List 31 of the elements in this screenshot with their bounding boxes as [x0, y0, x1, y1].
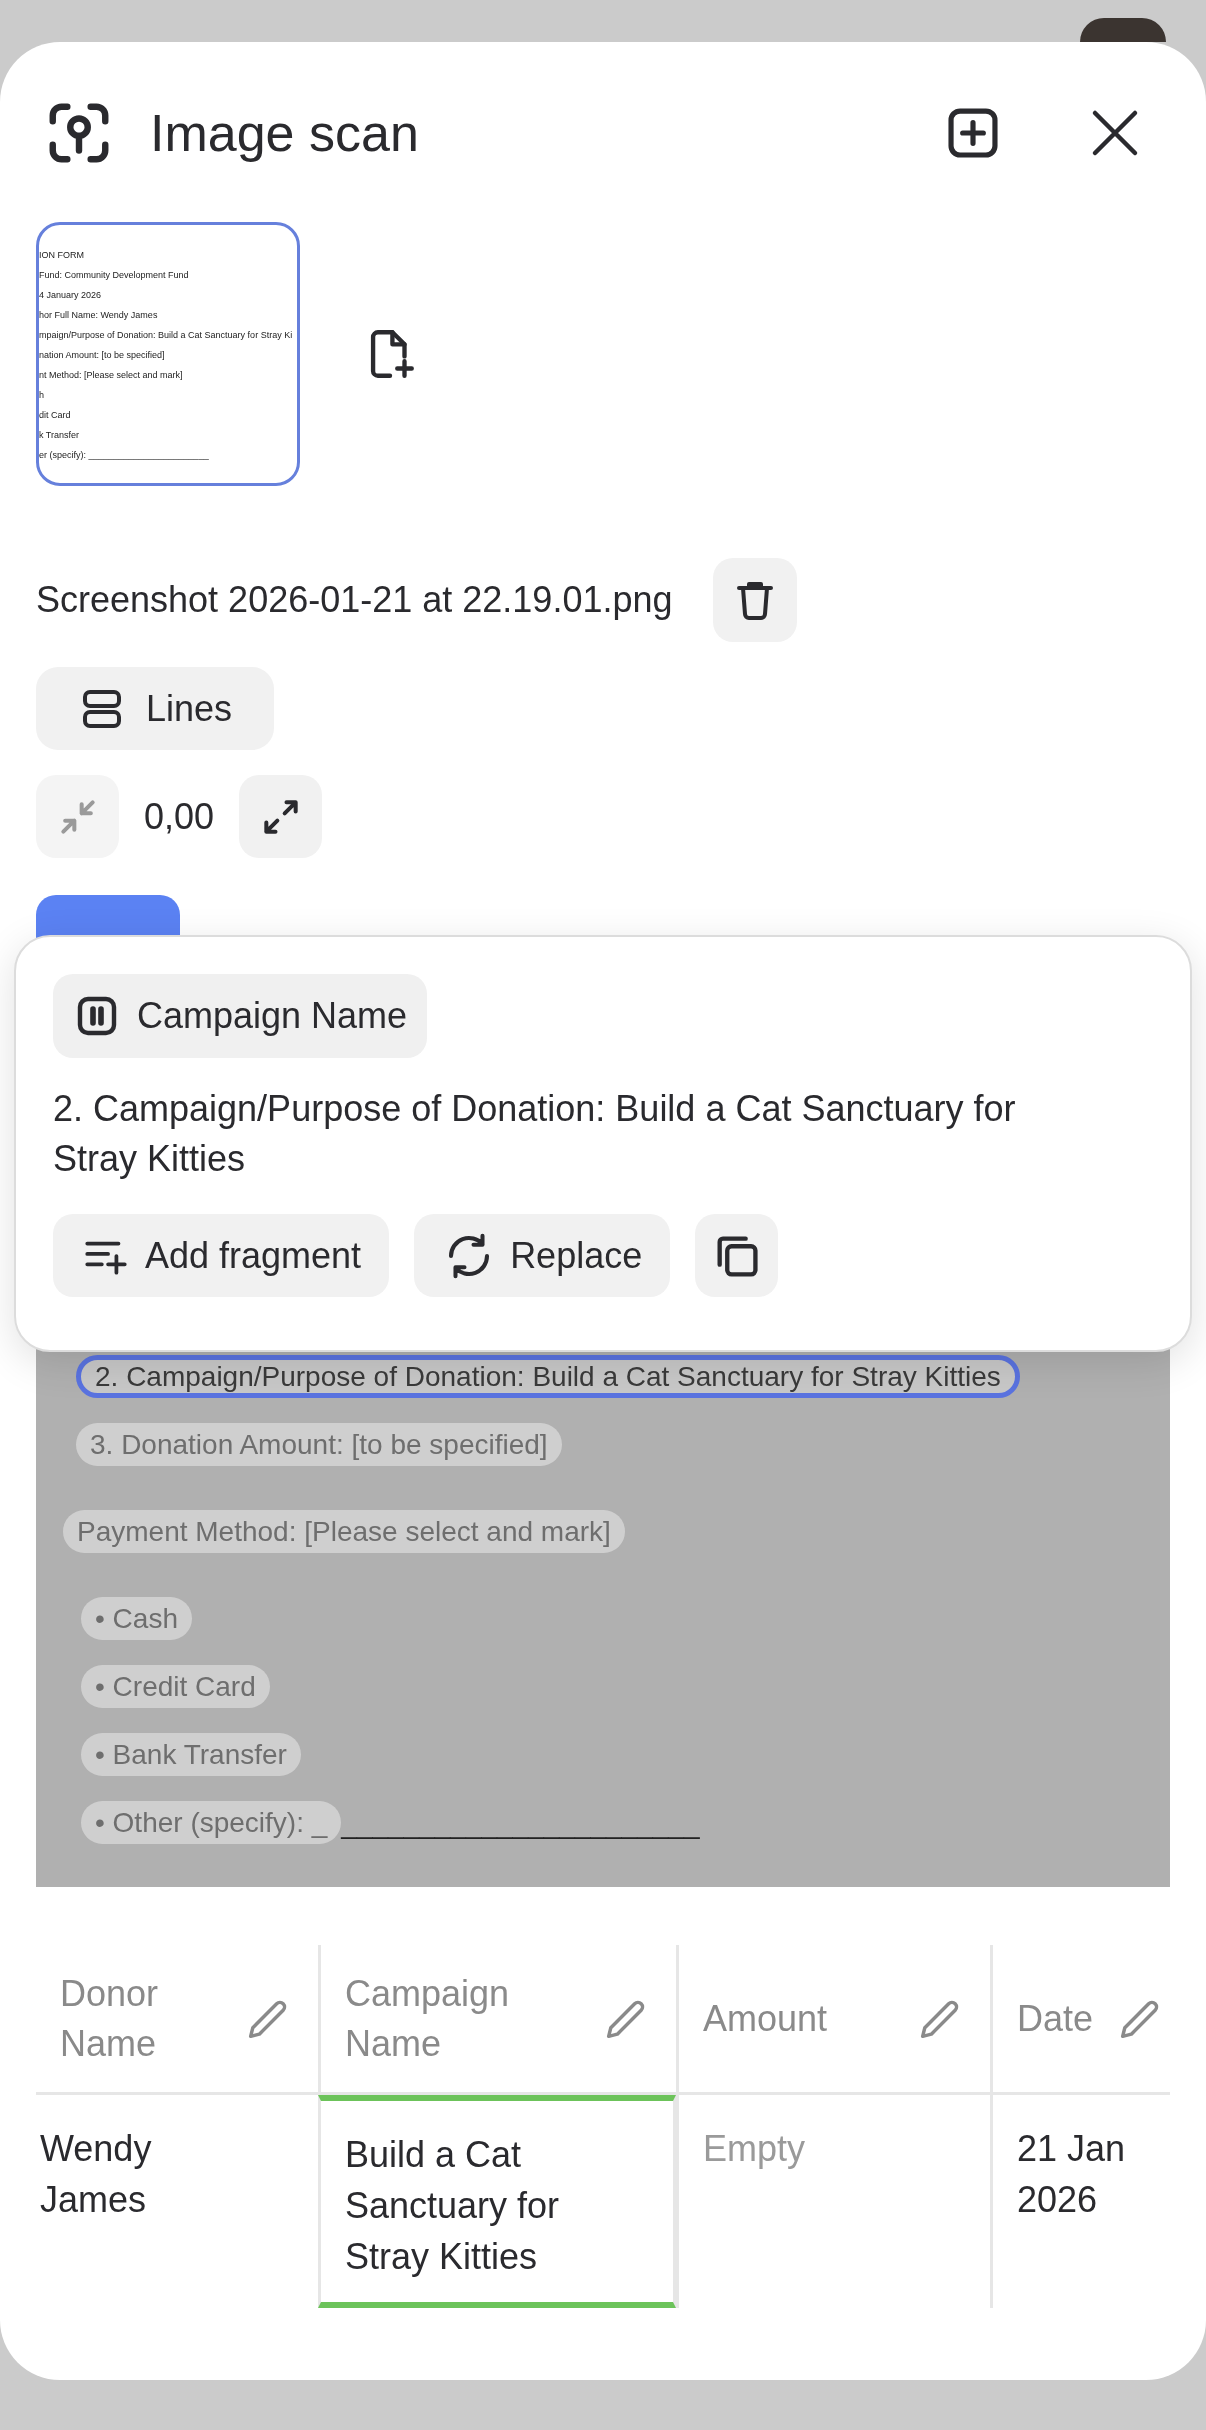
recognized-text: 2. Campaign/Purpose of Donation: Build a Cat Sanctuary for Stray Kitties [53, 1087, 1017, 1181]
expand-button[interactable] [239, 775, 323, 858]
avatar[interactable] [1080, 18, 1166, 42]
table-cell[interactable]: Wendy James [36, 2095, 318, 2308]
add-fragment-button[interactable]: Add fragment [53, 1214, 390, 1297]
document-text: dit Card [39, 410, 71, 421]
column-header: Date [1017, 1996, 1095, 2041]
document-text: ION FORM [39, 250, 84, 261]
copy-button[interactable] [695, 1214, 779, 1297]
document-text: er (specify): ________________________ [39, 450, 209, 461]
column-header: Campaign Name [345, 1971, 511, 2066]
document-text: mpaign/Purpose of Donation: Build a Cat Sanctuary for Stray Ki [39, 330, 293, 341]
file-name: Screenshot 2026-01-21 at 22.19.01.png [36, 578, 673, 622]
field-chip[interactable]: Campaign Name [53, 974, 428, 1058]
document-text: nt Method: [Please select and mark] [39, 370, 183, 381]
delete-button[interactable] [712, 558, 797, 642]
table-cell[interactable]: Build a Cat Sanctuary for Stray Kitties [318, 2095, 676, 2308]
lines-button[interactable]: Lines [36, 667, 275, 750]
document-text: 4 January 2026 [39, 290, 102, 301]
table-cell[interactable]: 21 Jan 2026 [990, 2095, 1170, 2308]
document-text: Fund: Community Development Fund [39, 270, 189, 281]
image-thumbnail[interactable] [36, 222, 300, 486]
zoom-value: 0,00 [144, 794, 215, 839]
column-header: Amount [703, 1996, 829, 2041]
document-text: h [39, 390, 44, 401]
replace-button[interactable]: Replace [414, 1214, 671, 1297]
document-text: hor Full Name: Wendy James [39, 310, 158, 321]
column-header: Donor Name [60, 1971, 160, 2066]
document-text: k Transfer [39, 430, 79, 441]
text-line: _______________________ [341, 1810, 700, 1841]
document-text: nation Amount: [to be specified] [39, 350, 165, 361]
